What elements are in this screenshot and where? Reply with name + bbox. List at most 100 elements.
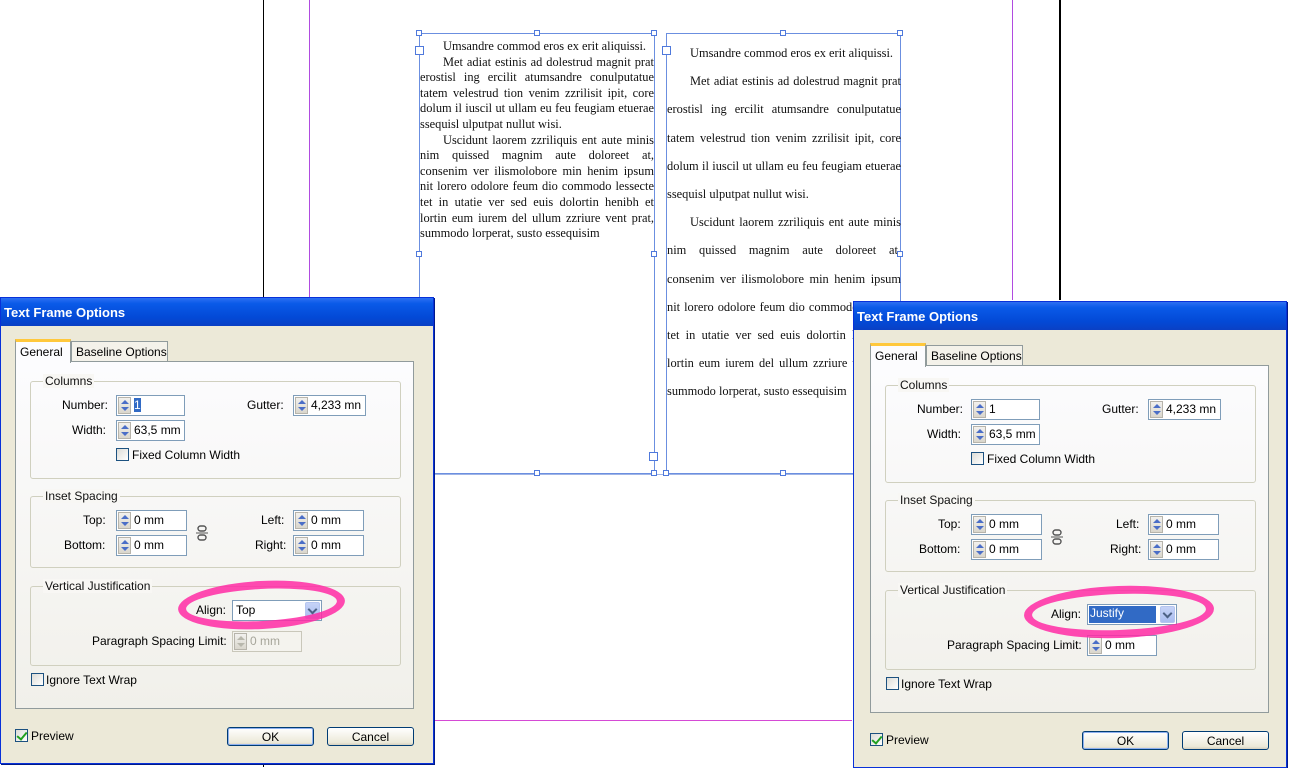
stepper-arrows[interactable] (1150, 541, 1163, 558)
bottom-stepper[interactable]: 0 mm (971, 539, 1042, 560)
stepper-arrows[interactable] (295, 537, 308, 554)
frame-handle[interactable] (651, 30, 657, 36)
align-dropdown[interactable]: Justify (1087, 604, 1177, 625)
right-stepper[interactable]: 0 mm (1148, 539, 1219, 560)
top-stepper[interactable]: 0 mm (116, 510, 187, 531)
tab-general[interactable]: General (15, 339, 71, 363)
left-value: 0 mm (1166, 517, 1196, 531)
frame-handle[interactable] (780, 30, 786, 36)
frame-handle[interactable] (651, 470, 657, 476)
width-stepper[interactable]: 63,5 mm (971, 424, 1040, 445)
right-value: 0 mm (311, 538, 341, 552)
paragraph-spacing-limit-value: 0 mm (250, 634, 280, 648)
frame-handle[interactable] (534, 470, 540, 476)
in-port[interactable] (415, 46, 424, 55)
stepper-arrows[interactable] (1089, 637, 1102, 654)
cancel-button[interactable]: Cancel (327, 727, 414, 746)
cancel-button[interactable]: Cancel (1182, 731, 1269, 750)
align-value: Justify (1089, 606, 1156, 623)
align-label: Align: (1051, 607, 1082, 621)
dropdown-arrow-icon[interactable] (1160, 606, 1175, 623)
bottom-value: 0 mm (989, 542, 1019, 556)
frame-handle[interactable] (780, 470, 786, 476)
paragraph-spacing-limit-stepper[interactable]: 0 mm (1087, 635, 1157, 656)
stepper-arrows[interactable] (973, 401, 986, 418)
fixed-column-width-label[interactable]: Fixed Column Width (987, 452, 1095, 466)
dropdown-arrow-icon[interactable] (305, 602, 320, 619)
ignore-text-wrap-checkbox[interactable] (886, 677, 899, 690)
text-frame-top-aligned[interactable]: Umsandre commod eros ex erit aliquissi. … (415, 30, 658, 476)
ok-button[interactable]: OK (227, 727, 314, 746)
stepper-arrows[interactable] (973, 426, 986, 443)
frame-handle[interactable] (416, 30, 422, 36)
left-label: Left: (1116, 517, 1140, 531)
dialog-title-bar[interactable]: Text Frame Options (854, 302, 1286, 330)
frame-handle[interactable] (897, 251, 903, 257)
bottom-label: Bottom: (919, 542, 961, 556)
stepper-arrows[interactable] (118, 397, 131, 414)
preview-checkbox[interactable] (870, 733, 883, 746)
bottom-value: 0 mm (134, 538, 164, 552)
stepper-arrows[interactable] (295, 397, 308, 414)
paragraph: Umsandre commod eros ex erit aliquissi. (443, 39, 647, 53)
left-stepper[interactable]: 0 mm (1148, 514, 1219, 535)
right-value: 0 mm (1166, 542, 1196, 556)
columns-group-label: Columns (43, 374, 95, 388)
stepper-arrows[interactable] (295, 512, 308, 529)
gutter-stepper[interactable]: 4,233 mn (293, 395, 366, 416)
stepper-arrows[interactable] (1150, 401, 1163, 418)
fixed-column-width-checkbox[interactable] (971, 452, 984, 465)
paragraph-spacing-limit-stepper[interactable]: 0 mm (232, 631, 302, 652)
fixed-column-width-checkbox[interactable] (116, 448, 129, 461)
fixed-column-width-label[interactable]: Fixed Column Width (132, 448, 240, 462)
stepper-arrows[interactable] (973, 541, 986, 558)
frame-handle[interactable] (416, 251, 422, 257)
chain-link-icon[interactable] (195, 525, 209, 541)
align-value: Top (236, 603, 256, 617)
ignore-text-wrap-label[interactable]: Ignore Text Wrap (901, 677, 992, 691)
top-stepper[interactable]: 0 mm (971, 514, 1042, 535)
number-stepper[interactable]: 1 (971, 399, 1040, 420)
bottom-stepper[interactable]: 0 mm (116, 535, 187, 556)
margin-guide-bottom (434, 720, 852, 721)
ignore-text-wrap-checkbox[interactable] (31, 673, 44, 686)
stepper-arrows[interactable] (118, 537, 131, 554)
inset-spacing-group: Inset Spacing Top: 0 mm Bottom: 0 mm Lef… (30, 489, 401, 568)
preview-checkbox[interactable] (15, 729, 28, 742)
stepper-arrows[interactable] (973, 516, 986, 533)
gutter-stepper[interactable]: 4,233 mn (1148, 399, 1221, 420)
number-stepper[interactable]: 1 (116, 395, 185, 416)
preview-label[interactable]: Preview (886, 733, 929, 747)
inset-spacing-group: Inset Spacing Top: 0 mm Bottom: 0 mm Lef… (885, 493, 1256, 572)
inset-spacing-group-label: Inset Spacing (43, 489, 120, 503)
frame-handle[interactable] (651, 251, 657, 257)
preview-label[interactable]: Preview (31, 729, 74, 743)
stepper-arrows[interactable] (234, 633, 247, 650)
stepper-arrows[interactable] (118, 512, 131, 529)
tab-baseline-options[interactable]: Baseline Options (71, 341, 168, 362)
tab-baseline-options[interactable]: Baseline Options (926, 345, 1023, 366)
left-stepper[interactable]: 0 mm (293, 510, 364, 531)
ignore-text-wrap-label[interactable]: Ignore Text Wrap (46, 673, 137, 687)
out-port[interactable] (649, 452, 658, 461)
chain-link-icon[interactable] (1050, 529, 1064, 545)
number-value: 1 (989, 402, 996, 416)
tab-panel-general: Columns Number: 1 Gutter: 4,233 mn Width… (15, 361, 414, 709)
frame-handle[interactable] (897, 30, 903, 36)
tab-general[interactable]: General (870, 343, 926, 367)
width-stepper[interactable]: 63,5 mm (116, 420, 185, 441)
align-dropdown[interactable]: Top (232, 600, 322, 621)
frame-handle[interactable] (534, 30, 540, 36)
right-stepper[interactable]: 0 mm (293, 535, 364, 556)
stepper-arrows[interactable] (1150, 516, 1163, 533)
dialog-title-bar[interactable]: Text Frame Options (1, 298, 433, 326)
stepper-arrows[interactable] (118, 422, 131, 439)
in-port[interactable] (662, 46, 671, 55)
tab-panel-general: Columns Number: 1 Gutter: 4,233 mn Width… (870, 365, 1269, 713)
vertical-justification-label: Vertical Justification (43, 579, 153, 593)
ok-button[interactable]: OK (1082, 731, 1169, 750)
page-edge-right (1059, 0, 1061, 300)
width-label: Width: (72, 423, 107, 437)
text-frame-options-dialog: Text Frame Options General Baseline Opti… (853, 301, 1287, 768)
frame-handle[interactable] (663, 470, 669, 476)
